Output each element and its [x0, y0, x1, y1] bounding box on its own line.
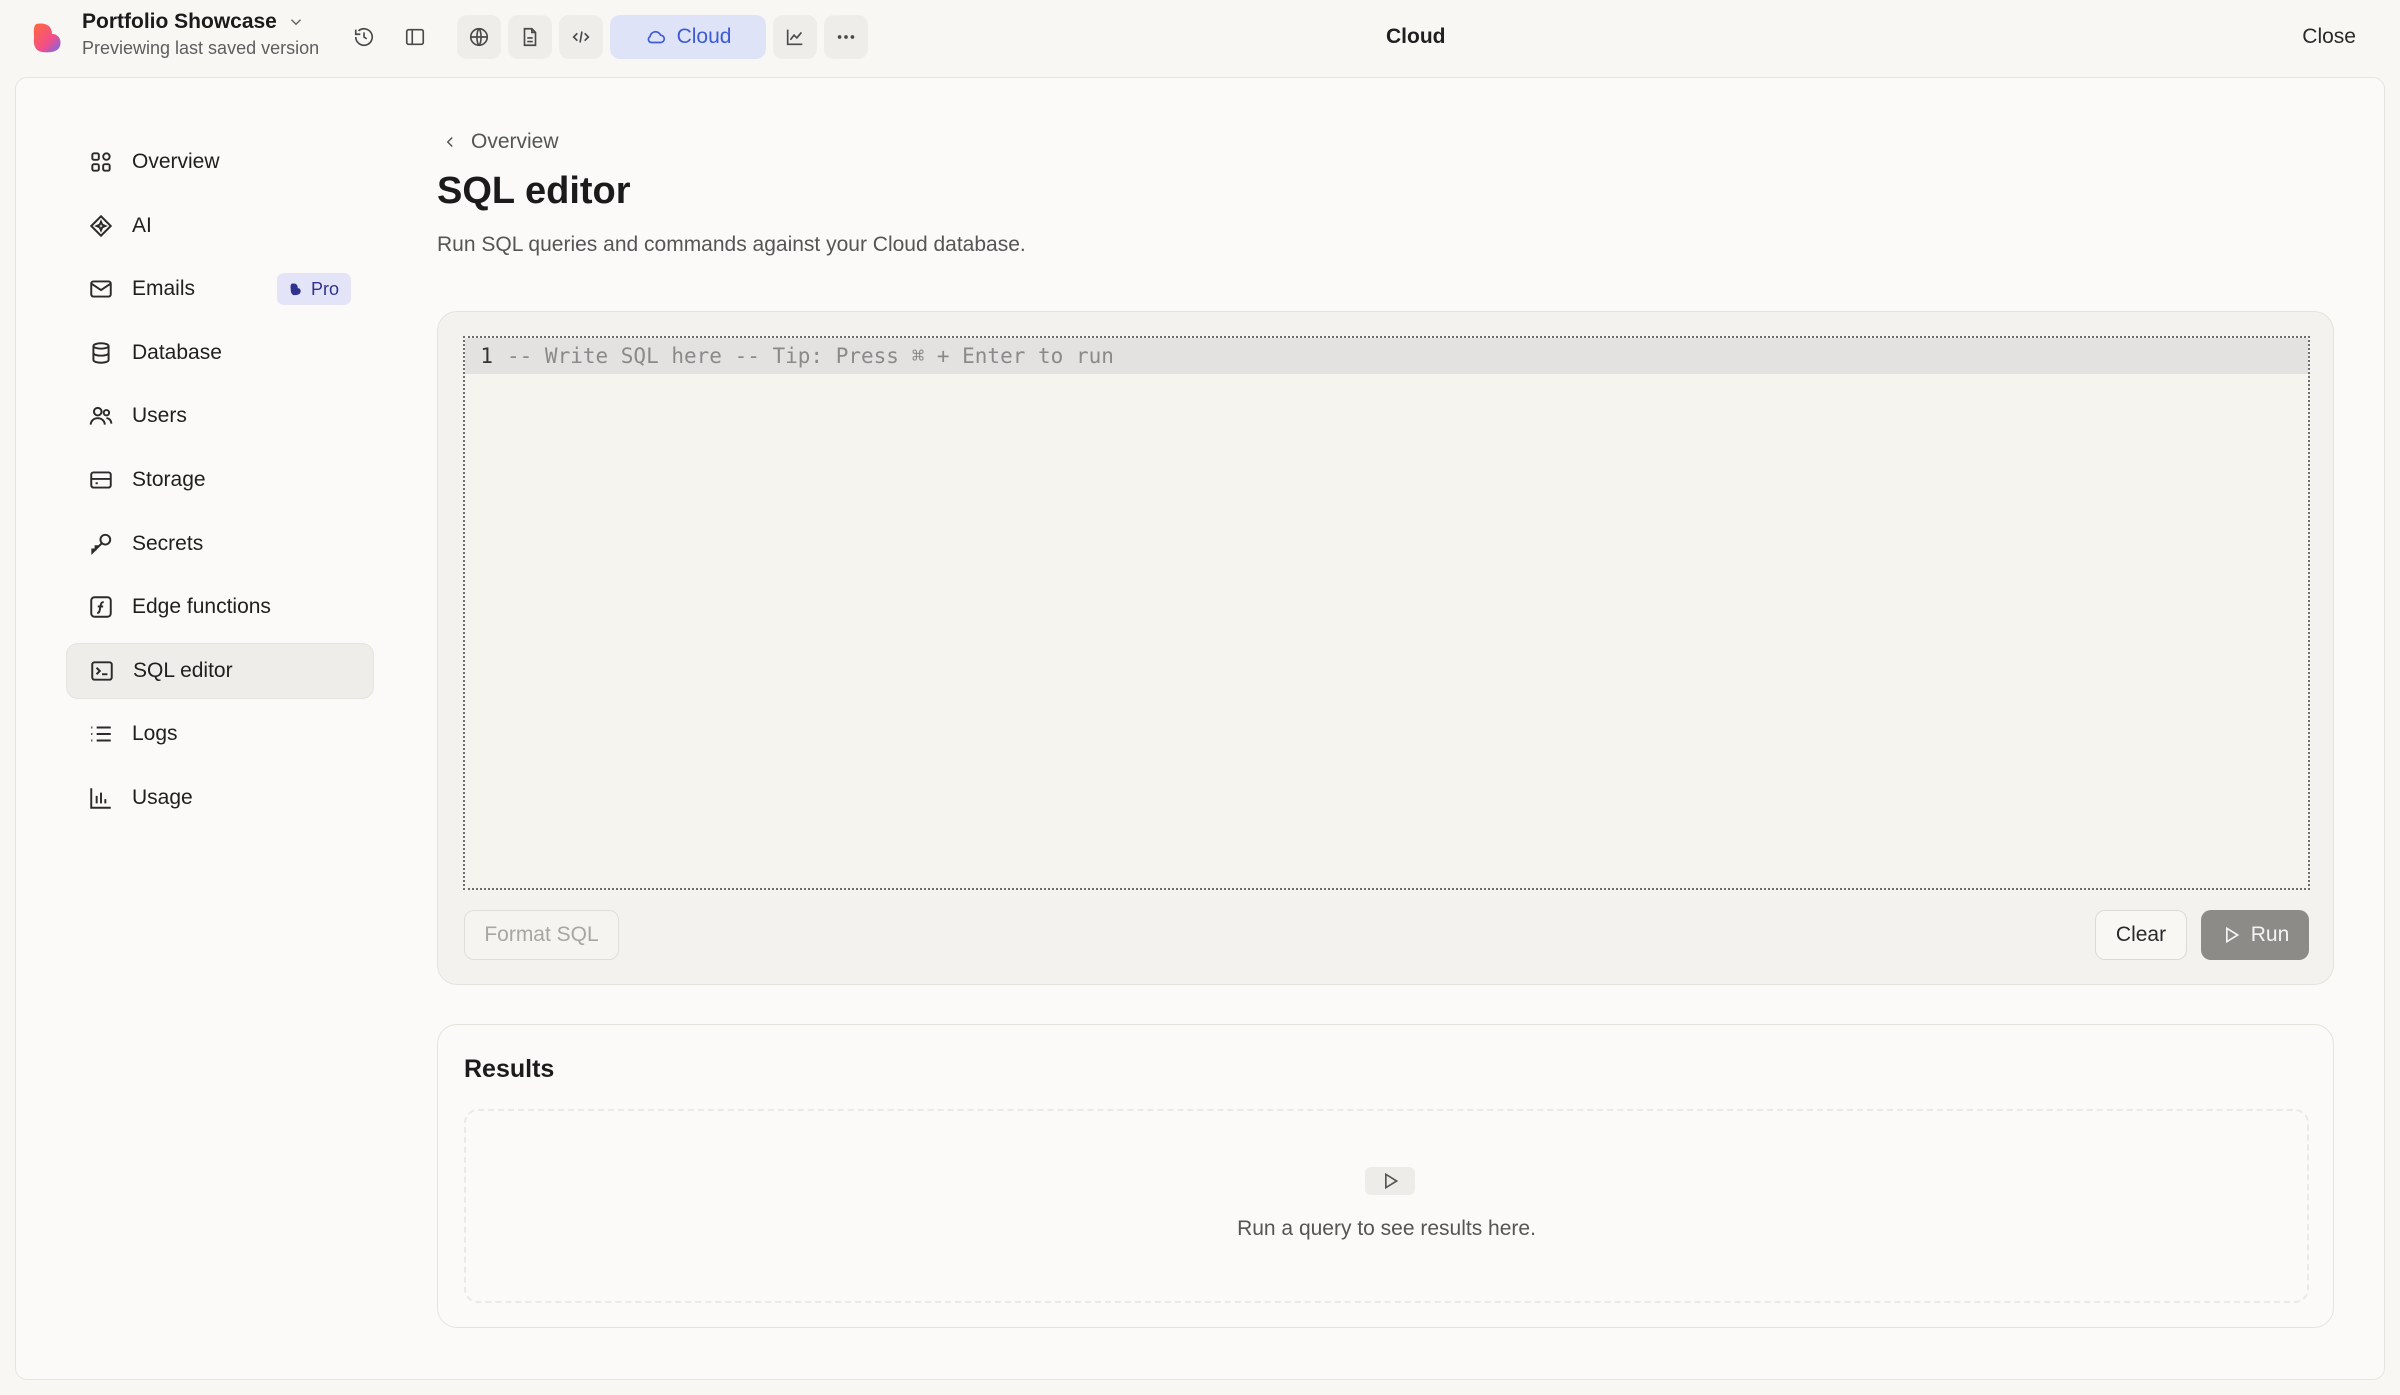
sidebar-item-ai[interactable]: AI: [66, 198, 374, 254]
sidebar-item-label: Users: [132, 404, 187, 428]
sidebar-item-emails[interactable]: Emails Pro: [66, 261, 374, 317]
top-bar: Portfolio Showcase Previewing last saved…: [0, 0, 2400, 76]
play-icon: [2225, 926, 2239, 944]
project-subtitle: Previewing last saved version: [82, 38, 320, 58]
sidebar-item-logs[interactable]: Logs: [66, 706, 374, 762]
cloud-tab[interactable]: Cloud: [610, 15, 766, 59]
bar-chart-icon: [90, 788, 111, 809]
ai-sparkle-icon: [89, 214, 113, 237]
sidebar-item-label: AI: [132, 213, 152, 237]
list-icon: [91, 726, 111, 742]
format-sql-button[interactable]: Format SQL: [464, 910, 619, 960]
function-icon: [90, 596, 112, 618]
sidebar-item-usage[interactable]: Usage: [66, 770, 374, 826]
main-content: Overview SQL editor Run SQL queries and …: [437, 130, 2334, 1328]
run-button[interactable]: Run: [2201, 910, 2309, 960]
cloud-tab-label: Cloud: [676, 25, 732, 48]
sidebar-item-label: Secrets: [132, 531, 204, 555]
results-card: Results Run a query to see results here.: [437, 1024, 2334, 1328]
play-icon: [1365, 1167, 1415, 1195]
page-header-title: Cloud: [1386, 25, 1446, 48]
sidebar-item-overview[interactable]: Overview: [66, 134, 374, 190]
breadcrumb[interactable]: Overview: [441, 130, 2334, 154]
mail-icon: [90, 280, 112, 298]
key-icon: [91, 533, 112, 555]
sidebar-item-label: Edge functions: [132, 595, 271, 619]
sidebar-item-database[interactable]: Database: [66, 325, 374, 381]
sidebar-item-label: Emails: [132, 277, 196, 301]
sidebar-item-label: Storage: [132, 467, 206, 491]
more-icon: [837, 35, 855, 39]
chart-icon: [786, 29, 803, 46]
document-icon: [523, 27, 537, 47]
pro-badge: Pro: [277, 273, 352, 306]
sql-code-editor[interactable]: 1 -- Write SQL here -- Tip: Press ⌘ + En…: [463, 336, 2310, 890]
project-switcher[interactable]: Portfolio Showcase Previewing last saved…: [82, 10, 319, 59]
sidebar-item-storage[interactable]: Storage: [66, 452, 374, 508]
pro-badge-label: Pro: [311, 278, 340, 299]
analytics-button[interactable]: [773, 15, 817, 59]
database-icon: [92, 342, 110, 364]
close-button[interactable]: Close: [2302, 25, 2356, 49]
line-number: 1: [480, 344, 493, 368]
results-empty-state: Run a query to see results here.: [464, 1109, 2309, 1303]
sidebar-item-label: Logs: [132, 722, 178, 746]
project-name: Portfolio Showcase: [82, 10, 277, 33]
chevron-down-icon: [290, 19, 301, 26]
sidebar-toggle-icon: [405, 28, 425, 46]
page-description: Run SQL queries and commands against you…: [437, 233, 1026, 256]
page-title: SQL editor: [437, 170, 631, 212]
globe-icon: [469, 27, 489, 47]
sidebar-item-label: Database: [132, 340, 222, 364]
editor-placeholder: -- Write SQL here -- Tip: Press ⌘ + Ente…: [507, 344, 1114, 368]
grid-icon: [91, 152, 111, 172]
code-icon: [572, 31, 590, 43]
cloud-icon: [647, 30, 665, 44]
more-button[interactable]: [824, 15, 868, 59]
sidebar-item-label: SQL editor: [133, 658, 233, 682]
history-icon: [354, 28, 374, 47]
sidebar-nav: Overview AI Emails Pro Database Users St…: [66, 134, 374, 834]
storage-icon: [90, 471, 112, 489]
document-button[interactable]: [508, 15, 552, 59]
sidebar-item-label: Usage: [132, 785, 193, 809]
sidebar-item-sql-editor[interactable]: SQL editor: [66, 642, 374, 699]
users-icon: [89, 407, 113, 426]
code-line: 1 -- Write SQL here -- Tip: Press ⌘ + En…: [465, 338, 2308, 374]
terminal-icon: [91, 661, 113, 681]
chevron-left-icon: [446, 136, 453, 148]
sql-editor-card: 1 -- Write SQL here -- Tip: Press ⌘ + En…: [437, 311, 2334, 985]
results-empty-text: Run a query to see results here.: [1237, 1217, 1536, 1240]
sidebar-item-edge-functions[interactable]: Edge functions: [66, 579, 374, 635]
app-logo-icon[interactable]: [30, 20, 64, 54]
run-button-label: Run: [2250, 923, 2290, 946]
sidebar-item-secrets[interactable]: Secrets: [66, 516, 374, 572]
breadcrumb-link[interactable]: Overview: [471, 130, 559, 154]
sidebar-toggle-button[interactable]: [393, 15, 437, 59]
clear-button[interactable]: Clear: [2095, 910, 2187, 960]
preview-web-button[interactable]: [457, 15, 501, 59]
results-title: Results: [464, 1055, 555, 1083]
history-button[interactable]: [342, 15, 386, 59]
sidebar-item-label: Overview: [132, 150, 220, 173]
sidebar-item-users[interactable]: Users: [66, 388, 374, 444]
pro-logo-icon: [290, 283, 301, 296]
code-button[interactable]: [559, 15, 603, 59]
